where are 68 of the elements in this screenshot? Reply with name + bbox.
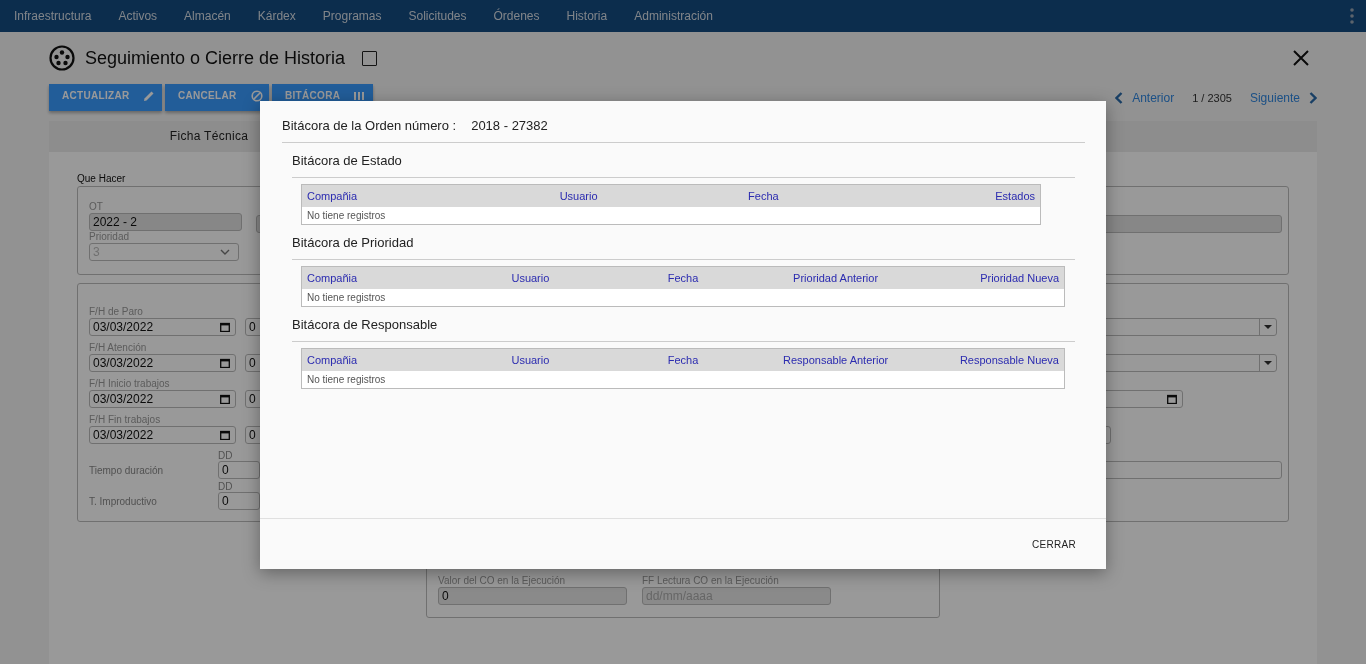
caret-down-icon: [1264, 361, 1272, 365]
chevron-left-icon: [1115, 91, 1124, 104]
field-label: OT: [89, 201, 103, 213]
nav-menu-item[interactable]: Administración: [634, 9, 713, 23]
nav-menu-item[interactable]: Kárdex: [257, 9, 296, 23]
section-title: Bitácora de Responsable: [292, 307, 1075, 342]
chevron-down-icon: [220, 249, 230, 255]
column-header: Compañia: [301, 348, 455, 371]
section-label: Que Hacer: [77, 173, 127, 184]
section-title: Bitácora de Estado: [292, 143, 1075, 178]
field-label: F/H de Paro: [89, 306, 143, 318]
order-number: 2018 - 27382: [471, 118, 548, 133]
date-field[interactable]: 03/03/2022: [89, 318, 236, 336]
field-label: T. Improductivo: [89, 495, 158, 509]
page-counter: 1 / 2305: [1192, 91, 1232, 104]
empty-message: No tiene registros: [301, 371, 1065, 389]
column-header: Responsable Nueva: [911, 348, 1065, 371]
page-title: Seguimiento o Cierre de Historia: [85, 47, 346, 69]
nav-menu-item[interactable]: Infraestructura: [14, 9, 92, 23]
calendar-icon: [1167, 394, 1177, 404]
column-header: Usuario: [454, 348, 607, 371]
dots-circle-icon: [49, 45, 75, 71]
pencil-icon: [143, 89, 156, 102]
calendar-icon: [220, 358, 230, 368]
empty-message: No tiene registros: [301, 289, 1065, 307]
section-title: Bitácora de Prioridad: [292, 225, 1075, 260]
column-header: Estados: [855, 184, 1041, 207]
caret-down-icon: [1264, 325, 1272, 329]
calendar-icon: [220, 322, 230, 332]
unit-label: DD: [218, 450, 234, 461]
column-header: Fecha: [606, 348, 760, 371]
unit-label: DD: [218, 481, 234, 492]
calendar-icon: [220, 430, 230, 440]
column-header: Usuario: [454, 266, 607, 289]
date-field[interactable]: 03/03/2022: [89, 426, 236, 444]
field-label: F/H Atención: [89, 342, 147, 354]
checkbox[interactable]: [362, 50, 378, 66]
action-button[interactable]: ACTUALIZAR: [49, 84, 162, 111]
column-header: Responsable Anterior: [759, 348, 912, 371]
nav-menu-item[interactable]: Órdenes: [493, 9, 540, 23]
field-label: Prioridad: [89, 231, 130, 243]
input-field[interactable]: 0: [438, 587, 627, 605]
nav-menu-item[interactable]: Activos: [118, 9, 158, 23]
action-button[interactable]: CANCELAR: [165, 84, 269, 111]
previous-link[interactable]: Anterior: [1115, 90, 1175, 105]
close-icon: [1293, 50, 1309, 66]
date-field[interactable]: 03/03/2022: [89, 354, 236, 372]
nav-menu-item[interactable]: Programas: [322, 9, 382, 23]
empty-message: No tiene registros: [301, 207, 1041, 225]
column-header: Compañia: [301, 266, 455, 289]
input-field[interactable]: 2022 - 2: [89, 213, 242, 231]
chevron-right-icon: [1309, 91, 1317, 104]
field-label: F/H Fin trabajos: [89, 414, 161, 426]
column-header: Prioridad Nueva: [911, 266, 1065, 289]
column-header: Usuario: [486, 184, 671, 207]
kebab-menu-icon: [1350, 8, 1354, 24]
column-header: Compañia: [301, 184, 487, 207]
field-label: Tiempo duración: [89, 464, 165, 478]
column-header: Fecha: [671, 184, 856, 207]
nav-menu-item[interactable]: Almacén: [184, 9, 231, 23]
date-field[interactable]: 03/03/2022: [89, 390, 236, 408]
calendar-icon: [220, 394, 230, 404]
close-button[interactable]: CERRAR: [1023, 532, 1084, 556]
next-link[interactable]: Siguiente: [1249, 90, 1317, 105]
column-header: Fecha: [606, 266, 760, 289]
nav-menu-item[interactable]: Historia: [566, 9, 608, 23]
column-header: Prioridad Anterior: [759, 266, 912, 289]
nav-menu-item[interactable]: Solicitudes: [408, 9, 467, 23]
